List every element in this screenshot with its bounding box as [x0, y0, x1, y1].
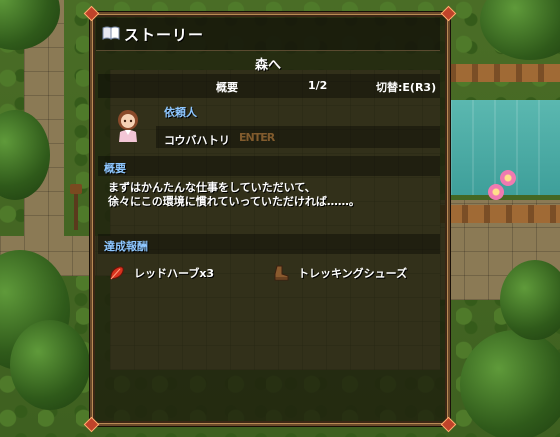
pink-flower: [488, 184, 504, 200]
overview-line: まずはかんたんな仕事をしていただいて、: [108, 181, 316, 194]
client-name: コウバハトリ: [164, 134, 230, 147]
rewards-heading-row: [98, 234, 440, 254]
quest-name: 森へ: [254, 58, 281, 73]
switch-page-hint[interactable]: 切替:E(R3): [376, 79, 436, 95]
pink-flower: [500, 170, 516, 186]
overview-text: まずはかんたんな仕事をしていただいて、 徐々にこの環境に慣れていっていただければ…: [108, 181, 360, 209]
enter-watermark: ENTER: [239, 131, 275, 144]
summary-label: 概要: [216, 81, 238, 94]
overview-heading: 概要: [104, 162, 126, 175]
fence-right: [440, 205, 560, 223]
fence-upper-right: [450, 64, 560, 82]
boot-icon: [274, 265, 289, 281]
window-title: ストーリー: [124, 26, 205, 44]
summary-row: 概要 1/2 切替:E(R3): [98, 74, 440, 98]
lamp-post: [70, 184, 82, 230]
story-window: ストーリー 森へ 概要 1/2 切替:E(R3) 依頼人 コウバハトリ ENTE…: [83, 5, 457, 433]
rewards-heading: 達成報酬: [104, 240, 148, 253]
tree: [460, 330, 560, 437]
reward-label: トレッキングシューズ: [298, 267, 408, 280]
book-icon: [102, 26, 120, 40]
client-label: 依頼人: [164, 106, 197, 119]
reward-item: レッドハーブx3: [108, 264, 214, 282]
reward-item: トレッキングシューズ: [272, 264, 407, 282]
overview-heading-row: [98, 156, 440, 176]
herb-icon: [110, 266, 124, 280]
overview-line: 徐々にこの環境に慣れていっていただければ……。: [108, 195, 360, 208]
reward-label: レッドハーブx3: [134, 267, 215, 280]
client-avatar: [118, 110, 138, 142]
page-indicator: 1/2: [308, 79, 328, 92]
tree: [10, 320, 90, 410]
window-title-bar: ストーリー: [96, 18, 440, 51]
